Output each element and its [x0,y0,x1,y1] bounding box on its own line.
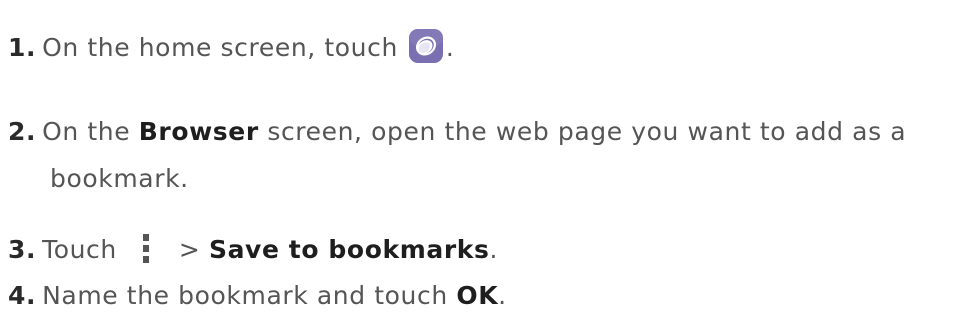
step-separator: > [178,235,201,264]
step-bold-term: Save to bookmarks [208,235,490,264]
step-text-end: . [489,235,499,264]
step-bold-term: OK [456,281,499,310]
step-text-end: . [498,281,507,310]
step-text: Touch [42,235,117,264]
step-number: 2. [8,117,37,146]
step-2: 2. On the Browser screen, open the web pa… [8,108,906,202]
step-text-end: . [445,33,455,62]
step-4: 4. Name the bookmark and touch OK. [8,272,507,319]
step-number: 4. [8,281,37,310]
step-continuation: bookmark. [50,164,189,193]
step-text: On the [42,117,131,146]
step-bold-term: Browser [138,117,259,146]
step-number: 3. [8,235,37,264]
step-3: 3. Touch > Save to bookmarks. [8,226,498,273]
step-1: 1. On the home screen, touch . [8,24,454,71]
step-text: Name the bookmark and touch [42,281,448,310]
step-text: On the home screen, touch [42,33,398,62]
step-number: 1. [8,33,37,62]
browser-icon [408,29,443,63]
more-menu-icon [141,234,151,264]
step-text-end: screen, open the web page you want to ad… [267,117,907,146]
